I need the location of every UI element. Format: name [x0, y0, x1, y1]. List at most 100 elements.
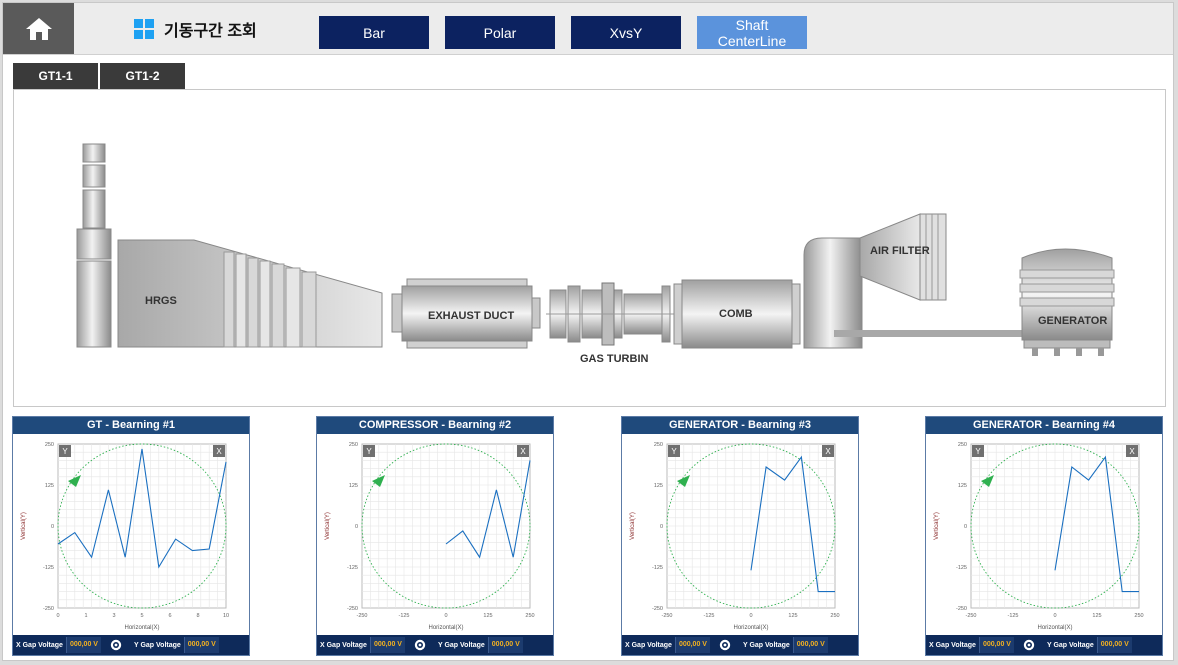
gap-voltage-bar: X Gap Voltage 000,00 VY Gap Voltage 000,00… [622, 635, 858, 655]
x-tick-label: 3 [112, 613, 115, 619]
top-bar: 기동구간 조회 Bar Polar XvsY Shaft CenterLine [3, 3, 1173, 55]
home-button[interactable] [3, 3, 74, 54]
y-tick-label: -250 [43, 606, 54, 612]
tab-gt1-2[interactable]: GT1-2 [100, 63, 185, 89]
y-tick-label: -125 [956, 565, 967, 571]
y-tick-label: -125 [652, 565, 663, 571]
hrgs-shape [117, 239, 383, 348]
x-gap-label: X Gap Voltage [929, 641, 976, 649]
x-badge-label: X [1129, 447, 1135, 456]
x-tick-label: -250 [356, 613, 367, 619]
y-gap-label: Y Gap Voltage [437, 641, 485, 649]
gap-voltage-bar: X Gap Voltage 000,00 VY Gap Voltage 000,00… [926, 635, 1162, 655]
gap-voltage-bar: X Gap Voltage 000,00 VY Gap Voltage 000,00… [317, 635, 553, 655]
y-badge-label: Y [366, 447, 372, 456]
y-axis-title: Vertical(Y) [21, 512, 27, 540]
orbit-chart: Y X 250 125 0 -125 -250-250 -125 0 125 250 Horizont… [934, 442, 1144, 631]
x-tick-label: 0 [56, 613, 59, 619]
settings-icon[interactable] [710, 639, 740, 651]
settings-icon[interactable] [1014, 639, 1044, 651]
y-tick-label: 250 [958, 442, 967, 448]
x-gap-label: X Gap Voltage [320, 641, 367, 649]
shaft-line [834, 330, 1022, 337]
x-axis-title: Horizontal(X) [1037, 625, 1072, 631]
panel-title: GENERATOR - Bearning #4 [926, 417, 1162, 434]
tab-gt1-1[interactable]: GT1-1 [13, 63, 98, 89]
x-tick-label: 125 [788, 613, 797, 619]
x-tick-label: -125 [703, 613, 714, 619]
y-tick-label: 0 [51, 524, 54, 530]
x-tick-label: 0 [1053, 613, 1056, 619]
y-axis-title: Vertical(Y) [325, 512, 331, 540]
x-tick-label: -125 [1007, 613, 1018, 619]
x-badge-label: X [825, 447, 831, 456]
x-tick-label: -250 [661, 613, 672, 619]
panel-title: GENERATOR - Bearning #3 [622, 417, 858, 434]
y-tick-label: -125 [347, 565, 358, 571]
page-title-group: 기동구간 조회 [134, 17, 257, 41]
x-tick-label: 5 [140, 613, 143, 619]
y-gap-value: 000,00 V [1096, 637, 1132, 653]
y-tick-label: 250 [349, 442, 358, 448]
panel-title: COMPRESSOR - Bearning #2 [317, 417, 553, 434]
y-tick-label: 0 [964, 524, 967, 530]
generator-label: GENERATOR [1038, 315, 1107, 327]
y-axis-title: Vertical(Y) [934, 512, 940, 540]
orbit-chart: Y X 250 125 0 -125 -250-250 -125 0 125 250 Horizont… [325, 442, 535, 631]
x-tick-label: 125 [1092, 613, 1101, 619]
x-tick-label: -250 [965, 613, 976, 619]
x-tick-label: 250 [525, 613, 534, 619]
y-tick-label: 125 [45, 483, 54, 489]
y-tick-label: 250 [45, 442, 54, 448]
bearing-panel-2: COMPRESSOR - Bearning #2 Y X 250 125 0 -125 -25… [316, 416, 554, 656]
hrgs-label: HRGS [145, 295, 177, 307]
x-tick-label: 6 [168, 613, 171, 619]
y-tick-label: 0 [660, 524, 663, 530]
orbit-chart: Y X2501250-125-2500 1 3 5 6 8 10Horizontal(X)Ve… [21, 442, 229, 631]
x-gap-value: 000,00 V [674, 637, 710, 653]
x-tick-label: 125 [483, 613, 492, 619]
generator-shape [1019, 248, 1115, 356]
plant-diagram: HRGS EXHAUST DUCT GAS TURBIN COMB AIR FI… [13, 89, 1166, 407]
x-tick-label: 0 [444, 613, 447, 619]
air-filter-label: AIR FILTER [870, 245, 930, 257]
x-badge-label: X [216, 447, 222, 456]
bearing-panel-3: GENERATOR - Bearning #3 Y X 250 125 0 -125 -250… [621, 416, 859, 656]
home-icon [25, 17, 52, 40]
y-tick-label: -250 [347, 606, 358, 612]
x-axis-title: Horizontal(X) [428, 625, 463, 631]
windows-grid-icon [134, 19, 154, 39]
x-gap-value: 000,00 V [978, 637, 1014, 653]
x-tick-label: 250 [830, 613, 839, 619]
x-tick-label: -125 [398, 613, 409, 619]
panel-title: GT - Bearning #1 [13, 417, 249, 434]
app-window: 기동구간 조회 Bar Polar XvsY Shaft CenterLine … [2, 2, 1174, 661]
xvsy-button[interactable]: XvsY [571, 16, 681, 49]
bearing-panel-4: GENERATOR - Bearning #4 Y X 250 125 0 -125 -250… [925, 416, 1163, 656]
settings-icon[interactable] [101, 639, 131, 651]
stack-shape [76, 143, 112, 348]
settings-icon[interactable] [405, 639, 435, 651]
y-gap-label: Y Gap Voltage [133, 641, 181, 649]
exhaust-duct-label: EXHAUST DUCT [428, 310, 514, 322]
polar-button[interactable]: Polar [445, 16, 555, 49]
y-gap-value: 000,00 V [792, 637, 828, 653]
y-badge-label: Y [975, 447, 981, 456]
y-tick-label: 125 [958, 483, 967, 489]
bar-button[interactable]: Bar [319, 16, 429, 49]
x-axis-title: Horizontal(X) [124, 625, 159, 631]
x-axis-title: Horizontal(X) [733, 625, 768, 631]
y-badge-label: Y [671, 447, 677, 456]
y-badge-label: Y [62, 447, 68, 456]
comb-label: COMB [719, 308, 753, 320]
x-gap-value: 000,00 V [369, 637, 405, 653]
gas-turbine-label: GAS TURBIN [580, 353, 649, 365]
y-gap-label: Y Gap Voltage [742, 641, 790, 649]
x-gap-label: X Gap Voltage [625, 641, 672, 649]
x-gap-label: X Gap Voltage [16, 641, 63, 649]
x-gap-value: 000,00 V [65, 637, 101, 653]
shaft-centerline-button[interactable]: Shaft CenterLine [697, 16, 807, 49]
y-tick-label: -250 [956, 606, 967, 612]
x-tick-label: 10 [223, 613, 229, 619]
y-gap-value: 000,00 V [487, 637, 523, 653]
